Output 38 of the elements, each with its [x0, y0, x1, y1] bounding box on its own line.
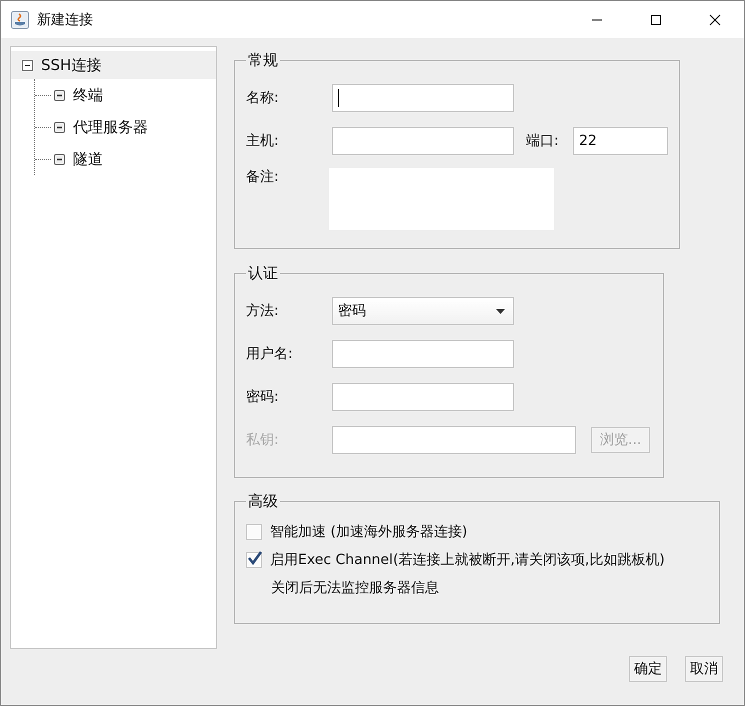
field-label: 名称:: [246, 89, 280, 107]
port-field[interactable]: 22: [573, 127, 668, 155]
window-title: 新建连接: [37, 10, 93, 28]
key-field[interactable]: [332, 426, 576, 454]
tree-item[interactable]: 隧道: [71, 148, 105, 170]
field-label: 私钥:: [246, 431, 280, 449]
checkbox-label: 启用Exec Channel(若连接上就被断开,请关闭该项,比如跳板机): [270, 551, 665, 569]
caret-icon: [496, 308, 505, 314]
method-dropdown[interactable]: 密码: [332, 297, 514, 325]
dialog-button[interactable]: 取消: [685, 656, 723, 682]
option-note: 关闭后无法监控服务器信息: [271, 579, 440, 597]
field-label: 主机:: [246, 132, 280, 150]
host-field[interactable]: [332, 127, 514, 155]
checkbox[interactable]: [246, 524, 262, 540]
tree-item[interactable]: SSH连接: [11, 51, 216, 79]
username-field[interactable]: [332, 340, 514, 368]
field-label: 方法:: [246, 302, 280, 320]
group-title: 高级: [247, 492, 279, 511]
app-icon: [11, 10, 29, 28]
group-title: 常规: [247, 51, 279, 70]
node-icon: [54, 154, 65, 164]
group-title: 认证: [247, 264, 279, 283]
name-field[interactable]: [332, 84, 514, 112]
field-label: 备注:: [246, 168, 280, 186]
maximize-icon: [650, 14, 662, 26]
node-icon: [54, 90, 65, 100]
password-field[interactable]: [332, 383, 514, 411]
close-icon: [708, 14, 720, 26]
checkbox-label: 智能加速 (加速海外服务器连接): [270, 523, 468, 541]
field-label: 用户名:: [246, 345, 294, 363]
collapse-icon[interactable]: [22, 60, 33, 70]
field-label: 端口:: [526, 132, 560, 150]
field-label: 密码:: [246, 388, 280, 406]
tree-item[interactable]: 终端: [71, 84, 105, 106]
checkbox[interactable]: [246, 552, 262, 568]
node-icon: [54, 122, 65, 132]
tree-item[interactable]: 代理服务器: [71, 116, 150, 138]
dialog-button[interactable]: 确定: [629, 656, 667, 682]
